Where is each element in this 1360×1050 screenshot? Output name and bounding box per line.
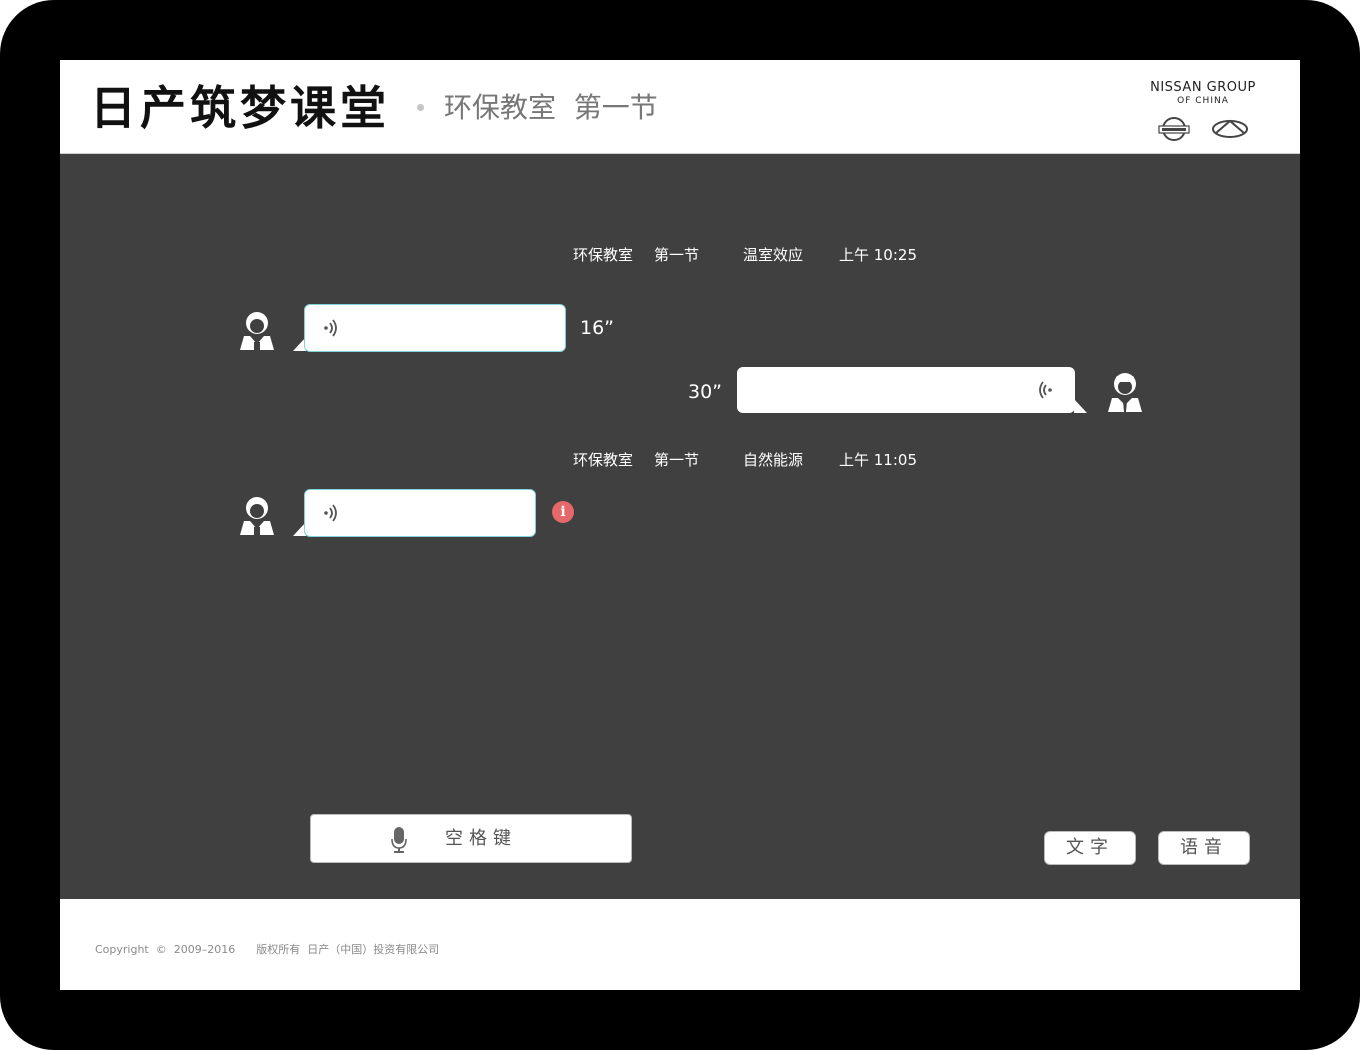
infiniti-logo-icon [1212,119,1248,138]
group-name-line1: NISSAN GROUP [1150,80,1256,95]
group-name-line2: OF CHINA [1177,96,1229,106]
sound-wave-icon [324,319,337,337]
brand-title: 日产筑梦课堂 [90,81,390,135]
student-avatar-icon [240,312,274,350]
message-duration: 30” [688,381,723,403]
microphone-icon [391,827,407,853]
bubble-tail [1074,399,1087,413]
nissan-logo-icon [1158,117,1190,141]
footer: Copyright © 2009–2016 版权所有 日产（中国）投资有限公司 [60,899,1300,990]
chat-area[interactable]: 环保教室 第一节 温室效应 上午 10:25 16” 30” 环保教室 第一节 … [60,154,1300,899]
page-subtitle: 环保教室 第一节 [444,91,658,124]
app-screen: 日产筑梦课堂 环保教室 第一节 NISSAN GROUP OF CHINA 环保… [60,60,1300,990]
session-time: 上午 10:25 [839,246,917,264]
brand-logos [1158,117,1248,141]
teacher-avatar-icon [1108,373,1142,412]
message-duration: 16” [580,317,615,339]
voice-message-bubble[interactable] [304,489,536,537]
session-lesson: 第一节 [654,246,700,264]
sound-wave-icon [324,504,337,522]
send-failed-icon[interactable]: i [552,501,574,523]
session-course: 环保教室 [573,246,634,264]
sound-wave-icon [1039,381,1052,399]
push-to-talk-button[interactable]: 空格键 [310,814,632,863]
session-header: 环保教室 第一节 自然能源 上午 11:05 [573,450,973,470]
voice-mode-button[interactable]: 语音 [1158,831,1250,865]
nissan-group-label: NISSAN GROUP OF CHINA [1140,80,1266,107]
voice-message-bubble[interactable] [737,367,1075,413]
copyright-text: Copyright © 2009–2016 版权所有 日产（中国）投资有限公司 [95,943,440,956]
text-mode-button[interactable]: 文字 [1044,831,1136,865]
voice-message-bubble[interactable] [304,304,566,352]
session-header: 环保教室 第一节 温室效应 上午 10:25 [573,245,973,265]
title-separator-dot [417,104,424,111]
header: 日产筑梦课堂 环保教室 第一节 NISSAN GROUP OF CHINA [60,60,1300,154]
session-lesson: 第一节 [654,451,700,469]
student-avatar-icon [240,497,274,535]
spacebar-label: 空格键 [445,828,517,849]
session-time: 上午 11:05 [839,451,917,469]
session-topic: 自然能源 [743,451,804,469]
session-topic: 温室效应 [743,246,804,264]
session-course: 环保教室 [573,451,634,469]
